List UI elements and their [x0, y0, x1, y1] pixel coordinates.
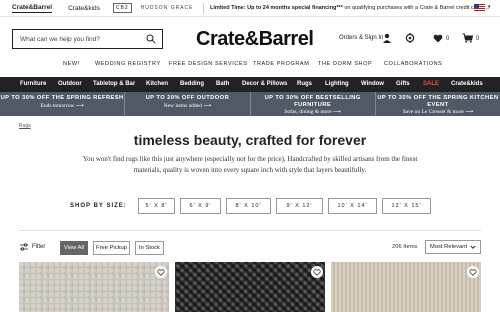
size-5x8-button[interactable]: 5' X 8' [138, 198, 175, 214]
favorites-count: 0 [446, 36, 450, 42]
orders-sign-in-link[interactable]: Orders & Sign In [339, 35, 383, 41]
page-title: timeless beauty, crafted for forever [133, 132, 367, 148]
brand-link-hudson-grace[interactable]: HUDSON GRACE [141, 5, 194, 11]
product-image[interactable] [19, 262, 169, 312]
category-kitchen[interactable]: Kitchen [146, 81, 168, 87]
page-intro: You won't find rugs like this just anywh… [82, 155, 418, 174]
filter-button[interactable]: Filter [32, 244, 45, 250]
category-rugs[interactable]: Rugs [297, 81, 312, 87]
nav-new[interactable]: NEW! [63, 61, 80, 67]
promo-link[interactable]: Ends tomorrow ⟶ [0, 103, 124, 109]
category-bedding[interactable]: Bedding [180, 81, 204, 87]
financing-promo[interactable]: Limited Time: Up to 24 months special fi… [210, 5, 490, 11]
sort-dropdown[interactable]: Most Relevant [425, 240, 481, 254]
category-sale[interactable]: SALE [423, 81, 439, 87]
us-flag-icon[interactable] [474, 4, 485, 12]
favorites-heart-icon[interactable] [433, 34, 443, 43]
nav-trade-program[interactable]: TRADE PROGRAM [253, 61, 309, 67]
cart-count: 0 [476, 36, 480, 42]
size-12x15-button[interactable]: 12' X 15' [382, 198, 431, 214]
divider [19, 230, 481, 231]
promo-furniture[interactable]: UP TO 30% OFF BESTSELLING FURNITURE Sofa… [251, 92, 376, 116]
product-image[interactable] [331, 262, 481, 312]
sort-value: Most Relevant [430, 244, 468, 250]
category-window[interactable]: Window [361, 81, 384, 87]
secondary-nav: NEW! WEDDING REGISTRY FREE DESIGN SERVIC… [0, 61, 500, 71]
promo-banner: UP TO 30% OFF THE SPRING REFRESH Ends to… [0, 92, 500, 116]
crate-barrel-logo[interactable]: Crate&Barrel [196, 28, 314, 51]
category-lighting[interactable]: Lighting [325, 81, 349, 87]
financing-promo-bold: Limited Time: Up to 24 months special fi… [210, 5, 343, 11]
promo-title: UP TO 30% OFF BESTSELLING FURNITURE [264, 95, 361, 108]
utility-bar: Crate&Barrel Crate&kids CB2 HUDSON GRACE… [0, 0, 500, 17]
category-gifts[interactable]: Gifts [396, 81, 410, 87]
category-crate-kids[interactable]: Crate&kids [451, 81, 483, 87]
promo-title: UP TO 30% OFF THE SPRING REFRESH [0, 95, 124, 101]
category-furniture[interactable]: Furniture [20, 81, 46, 87]
free-pickup-chip[interactable]: Free Pickup [93, 241, 130, 255]
promo-link[interactable]: Sofas, dining & more ⟶ [251, 109, 375, 115]
person-icon[interactable] [382, 33, 392, 43]
filter-sliders-icon[interactable] [20, 243, 28, 251]
item-count: 206 Items [392, 244, 418, 250]
product-image[interactable] [175, 262, 325, 312]
order-tracking-icon[interactable] [405, 33, 416, 43]
category-nav: Furniture Outdoor Tabletop & Bar Kitchen… [0, 77, 500, 92]
view-all-chip[interactable]: View All [60, 241, 88, 255]
search-input[interactable] [20, 35, 140, 43]
brand-link-crate-kids[interactable]: Crate&kids [68, 5, 100, 12]
nav-free-design-services[interactable]: FREE DESIGN SERVICES [169, 61, 248, 67]
favorite-heart-icon[interactable] [155, 266, 167, 278]
favorite-heart-icon[interactable] [467, 266, 479, 278]
size-10x14-button[interactable]: 10' X 14' [328, 198, 377, 214]
category-tabletop-bar[interactable]: Tabletop & Bar [93, 81, 135, 87]
breadcrumb-rugs[interactable]: Rugs [19, 123, 31, 129]
nav-collaborations[interactable]: COLLABORATIONS [384, 61, 442, 67]
chevron-down-icon[interactable]: ▾ [488, 4, 491, 10]
cart-icon[interactable] [462, 33, 473, 43]
utility-divider [203, 3, 204, 14]
nav-wedding-registry[interactable]: WEDDING REGISTRY [95, 61, 161, 67]
favorite-heart-icon[interactable] [311, 266, 323, 278]
promo-title: UP TO 20% OFF OUTDOOR [145, 95, 230, 101]
promo-outdoor[interactable]: UP TO 20% OFF OUTDOOR New items added ⟶ [125, 92, 251, 116]
nav-dorm-shop[interactable]: THE DORM SHOP [318, 61, 372, 67]
financing-promo-text: on qualifying purchases with a Crate & B… [342, 5, 491, 11]
chevron-down-icon [470, 245, 476, 249]
category-outdoor[interactable]: Outdoor [58, 81, 82, 87]
promo-link[interactable]: New items added ⟶ [125, 103, 249, 109]
brand-link-crate-barrel[interactable]: Crate&Barrel [12, 4, 53, 13]
promo-kitchen-event[interactable]: UP TO 35% OFF THE SPRING KITCHEN EVENT S… [376, 92, 500, 116]
category-bath[interactable]: Bath [216, 81, 229, 87]
category-decor-pillows[interactable]: Decor & Pillows [242, 81, 287, 87]
size-8x10-button[interactable]: 8' X 10' [226, 198, 271, 214]
search-box[interactable] [12, 29, 163, 49]
size-9x12-button[interactable]: 9' X 12' [276, 198, 323, 214]
search-icon[interactable] [146, 34, 156, 44]
promo-title: UP TO 35% OFF THE SPRING KITCHEN EVENT [377, 95, 499, 108]
size-6x9-button[interactable]: 6' X 9' [180, 198, 221, 214]
brand-link-cb2[interactable]: CB2 [112, 3, 132, 13]
shop-by-size-label: SHOP BY SIZE: [70, 203, 127, 209]
promo-link[interactable]: Save on Le Creuset & more ⟶ [376, 109, 500, 115]
in-stock-chip[interactable]: In Stock [135, 241, 164, 255]
promo-spring-refresh[interactable]: UP TO 30% OFF THE SPRING REFRESH Ends to… [0, 92, 126, 116]
